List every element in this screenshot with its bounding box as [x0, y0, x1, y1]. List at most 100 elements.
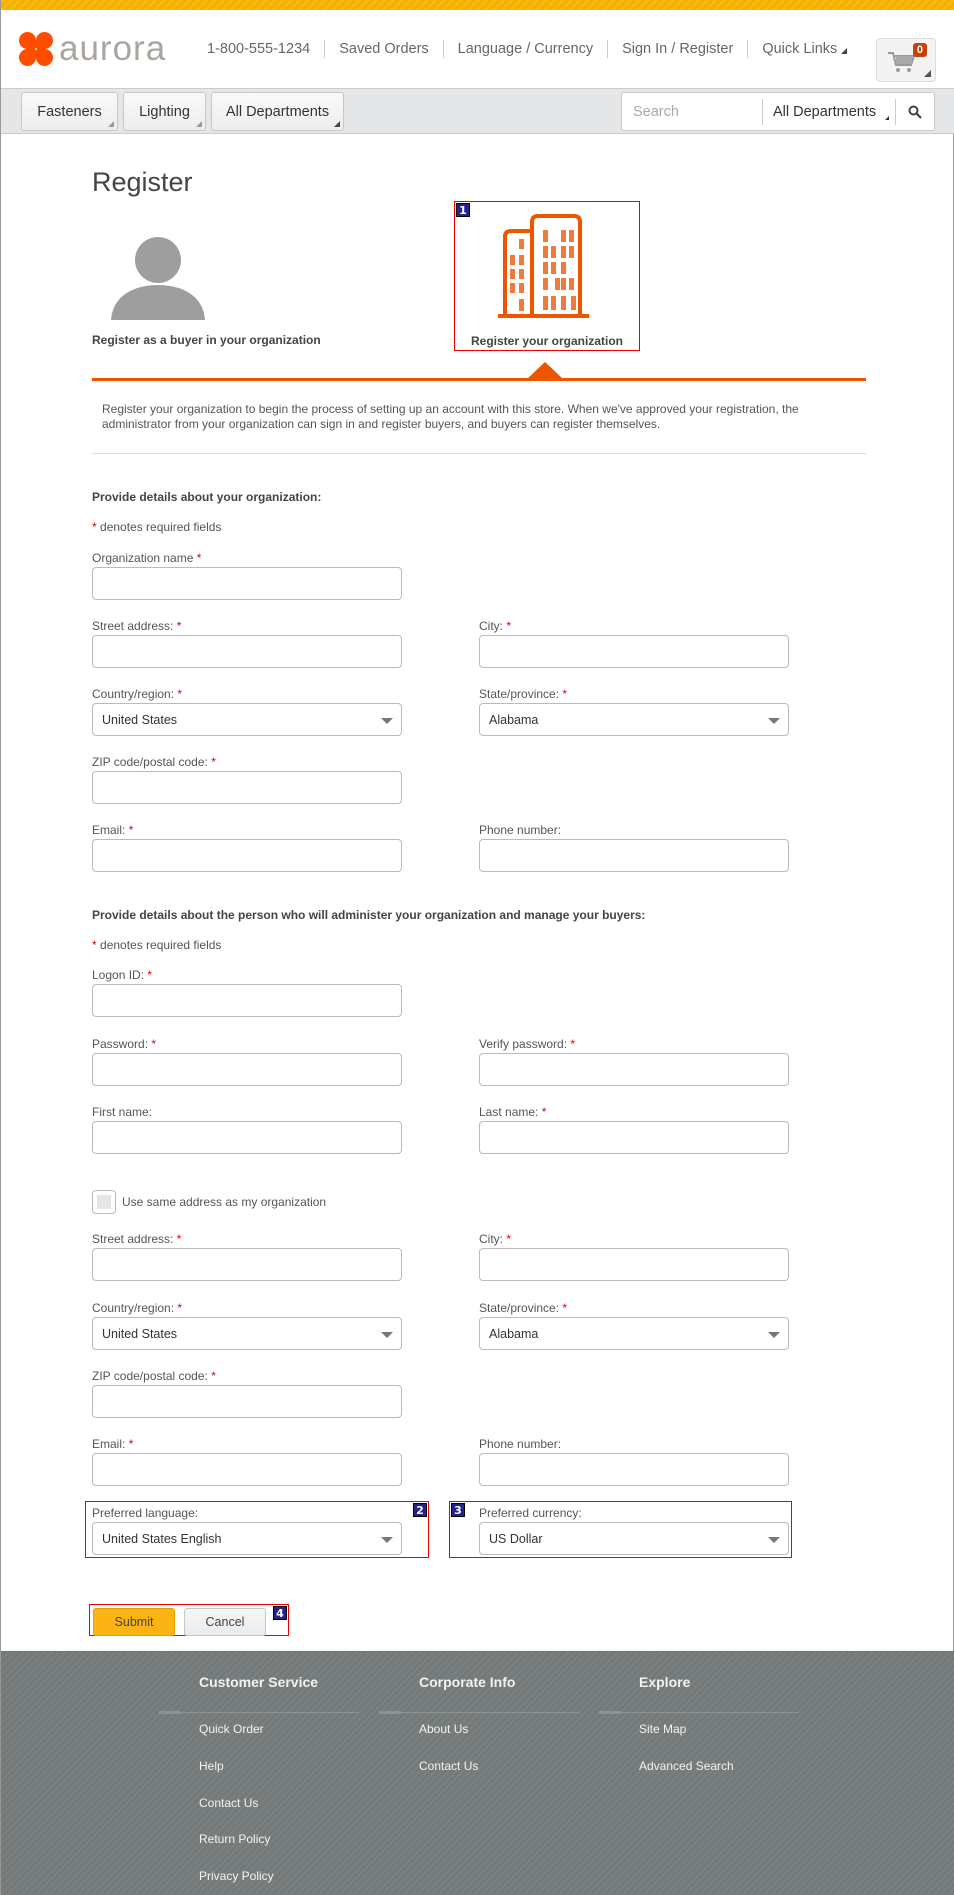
org-state-select[interactable]: Alabama — [479, 703, 789, 736]
org-section-heading: Provide details about your organization: — [92, 490, 322, 504]
corner-arrow-icon — [885, 115, 889, 120]
footer-link-privacy-policy[interactable]: Privacy Policy — [199, 1869, 274, 1883]
org-zip-label: ZIP code/postal code: * — [92, 755, 216, 769]
admin-street-input[interactable] — [92, 1248, 402, 1281]
org-zip-input[interactable] — [92, 771, 402, 804]
register-organization-option[interactable]: 1 Register your organization — [454, 201, 640, 351]
preferred-language-select[interactable]: United States English — [92, 1522, 402, 1555]
org-phone-input[interactable] — [479, 839, 789, 872]
chevron-down-icon — [381, 1332, 393, 1338]
admin-street-field: Street address: * — [92, 1232, 402, 1281]
admin-city-label: City: * — [479, 1232, 512, 1246]
footer-heading: Corporate Info — [419, 1674, 516, 1690]
preferred-currency-select[interactable]: US Dollar — [479, 1522, 789, 1555]
admin-zip-field: ZIP code/postal code: * — [92, 1369, 402, 1418]
footer-link-quick-order[interactable]: Quick Order — [199, 1722, 264, 1736]
admin-street-label: Street address: * — [92, 1232, 182, 1246]
person-icon — [111, 237, 205, 320]
org-phone-label: Phone number: — [479, 823, 562, 837]
saved-orders-link[interactable]: Saved Orders — [324, 40, 442, 58]
logo-text: aurora — [59, 29, 167, 68]
last-name-input[interactable] — [479, 1121, 789, 1154]
org-city-label: City: * — [479, 619, 512, 633]
dept-lighting-button[interactable]: Lighting — [123, 92, 206, 131]
footer-link-advanced-search[interactable]: Advanced Search — [639, 1759, 734, 1773]
annotation-marker-2: 2 — [413, 1503, 427, 1517]
corner-arrow-icon — [924, 70, 931, 77]
admin-phone-input[interactable] — [479, 1453, 789, 1486]
footer-divider — [159, 1712, 359, 1713]
divider — [92, 453, 866, 454]
org-email-field: Email: * — [92, 823, 402, 872]
admin-phone-field: Phone number: — [479, 1437, 789, 1486]
search-department-select[interactable]: All Departments — [762, 98, 895, 125]
search-department-value: All Departments — [773, 103, 877, 120]
required-asterisk: * — [92, 520, 97, 534]
aurora-logo[interactable]: aurora — [19, 29, 167, 68]
quick-links-label: Quick Links — [762, 41, 838, 57]
site-footer: Customer Service Quick Order Help Contac… — [1, 1651, 954, 1895]
admin-country-select[interactable]: United States — [92, 1317, 402, 1350]
admin-country-field: Country/region: * United States — [92, 1301, 402, 1350]
cancel-button[interactable]: Cancel — [184, 1608, 266, 1636]
logon-id-field: Logon ID: * — [92, 968, 402, 1017]
admin-zip-input[interactable] — [92, 1385, 402, 1418]
org-email-input[interactable] — [92, 839, 402, 872]
same-address-label: Use same address as my organization — [122, 1195, 327, 1209]
admin-email-input[interactable] — [92, 1453, 402, 1486]
intro-text: Register your organization to begin the … — [102, 402, 799, 431]
dept-fasteners-button[interactable]: Fasteners — [21, 92, 118, 131]
org-street-label: Street address: * — [92, 619, 182, 633]
first-name-label: First name: — [92, 1105, 153, 1119]
submit-button[interactable]: Submit — [93, 1608, 175, 1636]
footer-link-site-map[interactable]: Site Map — [639, 1722, 686, 1736]
quick-links-menu[interactable]: Quick Links — [747, 40, 861, 58]
footer-divider — [379, 1712, 579, 1713]
search-icon — [908, 105, 922, 119]
first-name-input[interactable] — [92, 1121, 402, 1154]
footer-link-about-us[interactable]: About Us — [419, 1722, 468, 1736]
corner-arrow-icon — [196, 121, 202, 127]
search-button[interactable] — [895, 98, 933, 125]
language-currency-link[interactable]: Language / Currency — [442, 40, 607, 58]
admin-city-input[interactable] — [479, 1248, 789, 1281]
footer-link-contact-us[interactable]: Contact Us — [199, 1796, 258, 1810]
org-zip-field: ZIP code/postal code: * — [92, 755, 402, 804]
footer-divider-accent — [379, 1711, 401, 1714]
preferred-currency-label: Preferred currency: — [479, 1506, 582, 1520]
same-address-checkbox[interactable] — [92, 1190, 116, 1214]
verify-password-field: Verify password: * — [479, 1037, 789, 1086]
select-value: US Dollar — [489, 1531, 543, 1546]
footer-divider-accent — [159, 1711, 181, 1714]
footer-link-return-policy[interactable]: Return Policy — [199, 1832, 270, 1846]
annotation-marker-3: 3 — [451, 1503, 465, 1517]
verify-password-input[interactable] — [479, 1053, 789, 1086]
dept-all-departments-button[interactable]: All Departments — [211, 92, 344, 131]
org-street-field: Street address: * — [92, 619, 402, 668]
admin-country-label: Country/region: * — [92, 1301, 183, 1315]
select-value: United States — [102, 712, 178, 727]
password-input[interactable] — [92, 1053, 402, 1086]
admin-phone-label: Phone number: — [479, 1437, 562, 1451]
corner-arrow-icon — [108, 121, 114, 127]
admin-city-field: City: * — [479, 1232, 789, 1281]
footer-divider-accent — [599, 1711, 621, 1714]
last-name-field: Last name: * — [479, 1105, 789, 1154]
verify-password-label: Verify password: * — [479, 1037, 576, 1051]
admin-state-select[interactable]: Alabama — [479, 1317, 789, 1350]
cart-button[interactable]: 0 — [876, 38, 936, 82]
register-organization-label: Register your organization — [470, 334, 624, 348]
sign-in-register-link[interactable]: Sign In / Register — [607, 40, 747, 58]
footer-link-contact-us[interactable]: Contact Us — [419, 1759, 478, 1773]
org-street-input[interactable] — [92, 635, 402, 668]
site-header: aurora 1-800-555-1234 Saved Orders Langu… — [1, 10, 954, 88]
org-country-select[interactable]: United States — [92, 703, 402, 736]
annotation-marker-1: 1 — [456, 203, 470, 217]
org-name-input[interactable] — [92, 567, 402, 600]
logon-id-input[interactable] — [92, 984, 402, 1017]
search-input[interactable] — [622, 103, 762, 120]
same-address-checkbox-row[interactable]: Use same address as my organization — [92, 1190, 326, 1214]
org-city-input[interactable] — [479, 635, 789, 668]
first-name-field: First name: — [92, 1105, 402, 1154]
footer-link-help[interactable]: Help — [199, 1759, 224, 1773]
